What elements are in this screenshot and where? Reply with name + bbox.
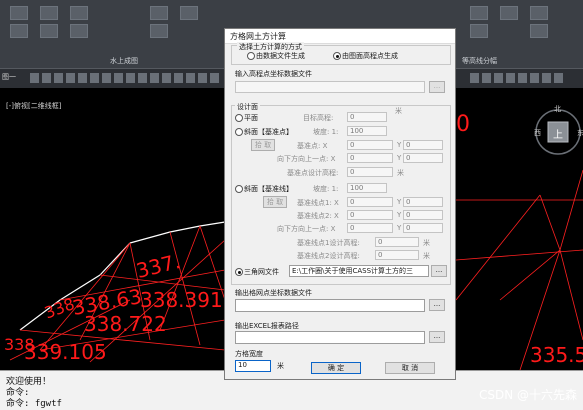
design-group-label: 设计面: [235, 102, 260, 112]
cancel-button[interactable]: 取 消: [385, 362, 435, 374]
elevation-fragment: 0: [456, 112, 470, 137]
compass-west: 西: [534, 129, 541, 137]
compass-north: 北: [554, 105, 561, 113]
line-point1-label: 基准线点1: X: [297, 199, 339, 207]
grid-width-unit: 米: [277, 362, 284, 370]
base-point-y-label: Y: [397, 141, 402, 149]
base-point-label: 基准点: X: [297, 142, 328, 150]
method-file-radio[interactable]: [247, 52, 255, 60]
line-point2-y-label: Y: [397, 211, 402, 219]
method-file-label[interactable]: 由数据文件生成: [256, 51, 305, 61]
tin-file-field[interactable]: E:\工作圈\关于使用CASS计算土方的三: [289, 265, 429, 277]
down-point-y-field[interactable]: 0: [403, 153, 443, 163]
line-down-point-y-field[interactable]: 0: [403, 223, 443, 233]
base-point-elev-label: 基准点设计高程:: [287, 169, 339, 177]
input-file-browse-button[interactable]: ...: [429, 81, 445, 93]
ok-button[interactable]: 确 定: [311, 362, 361, 374]
input-file-label: 输入高程点坐标数据文件: [235, 70, 312, 78]
line-point1-elev-field[interactable]: 0: [375, 237, 419, 247]
dialog-title: 方格网土方计算: [230, 32, 286, 41]
elevation-label: 338.391: [140, 288, 223, 312]
slope-line-label[interactable]: 斜面【基准线】: [244, 184, 293, 194]
tin-file-radio[interactable]: [235, 268, 243, 276]
output-excel-field[interactable]: [235, 331, 425, 344]
method-surface-label[interactable]: 由图面高程点生成: [342, 51, 398, 61]
grid-earthwork-dialog: 方格网土方计算 选择土方计算的方式 由数据文件生成 由图面高程点生成 输入高程点…: [224, 28, 456, 380]
grid-width-field[interactable]: 10: [235, 360, 271, 372]
line-down-point-label: 向下方向上一点: X: [277, 225, 336, 233]
target-elevation-label: 目标高程:: [303, 114, 334, 122]
elevation-label: 339.105: [24, 340, 107, 364]
line-point2-label: 基准线点2: X: [297, 212, 339, 220]
input-file-field[interactable]: [235, 81, 425, 93]
slope-line-radio[interactable]: [235, 185, 243, 193]
line-point1-y-label: Y: [397, 198, 402, 206]
slope-line-ratio-field[interactable]: 100: [347, 183, 387, 193]
target-elevation-unit: 米: [395, 107, 402, 115]
line-down-point-x-field[interactable]: 0: [347, 223, 393, 233]
design-plane-label[interactable]: 平面: [244, 113, 258, 123]
tin-file-label[interactable]: 三角网文件: [244, 267, 279, 277]
slope-line-ratio-label: 坡度: 1:: [313, 185, 339, 193]
line-point1-elev-label: 基准线点1设计高程:: [297, 239, 360, 247]
base-point-y-field[interactable]: 0: [403, 140, 443, 150]
down-point-x-field[interactable]: 0: [347, 153, 393, 163]
design-plane-radio[interactable]: [235, 114, 243, 122]
elevation-label: 338.722: [84, 312, 167, 336]
slope-point-pick-button[interactable]: 拾 取: [251, 139, 275, 151]
elevation-label: 338: [4, 335, 35, 354]
slope-point-label[interactable]: 斜面【基准点】: [244, 127, 293, 137]
method-surface-radio[interactable]: [333, 52, 341, 60]
command-prompt[interactable]: 命令: fgwtf: [6, 396, 62, 409]
output-grid-label: 输出格网点坐标数据文件: [235, 289, 312, 297]
watermark: CSDN @十六先森: [478, 388, 577, 402]
base-point-elev-field[interactable]: 0: [347, 167, 393, 177]
slope-line-pick-button[interactable]: 拾 取: [263, 196, 287, 208]
base-point-x-field[interactable]: 0: [347, 140, 393, 150]
grid-width-label: 方格宽度: [235, 350, 263, 358]
elevation-label: 335.5: [530, 343, 583, 367]
line-point2-elev-label: 基准线点2设计高程:: [297, 252, 360, 260]
slope-point-ratio-label: 坡度: 1:: [313, 128, 339, 136]
line-down-point-y-label: Y: [397, 224, 402, 232]
line-point2-elev-unit: 米: [423, 252, 430, 260]
output-grid-browse-button[interactable]: ...: [429, 299, 445, 311]
line-point1-y-field[interactable]: 0: [403, 197, 443, 207]
output-excel-label: 输出EXCEL报表路径: [235, 322, 299, 330]
compass-east: 东: [577, 129, 583, 137]
output-grid-field[interactable]: [235, 299, 425, 312]
output-excel-browse-button[interactable]: ...: [429, 331, 445, 343]
down-point-label: 向下方向上一点: X: [277, 155, 336, 163]
base-point-elev-unit: 米: [397, 169, 404, 177]
tin-file-browse-button[interactable]: ...: [431, 265, 447, 277]
slope-point-ratio-field[interactable]: 100: [347, 126, 387, 136]
line-point2-x-field[interactable]: 0: [347, 210, 393, 220]
line-point1-elev-unit: 米: [423, 239, 430, 247]
line-point2-elev-field[interactable]: 0: [375, 250, 419, 260]
line-point1-x-field[interactable]: 0: [347, 197, 393, 207]
line-point2-y-field[interactable]: 0: [403, 210, 443, 220]
target-elevation-field[interactable]: 0: [347, 112, 387, 122]
slope-point-radio[interactable]: [235, 128, 243, 136]
down-point-y-label: Y: [397, 154, 402, 162]
viewcube-top-label[interactable]: 上: [553, 126, 563, 141]
